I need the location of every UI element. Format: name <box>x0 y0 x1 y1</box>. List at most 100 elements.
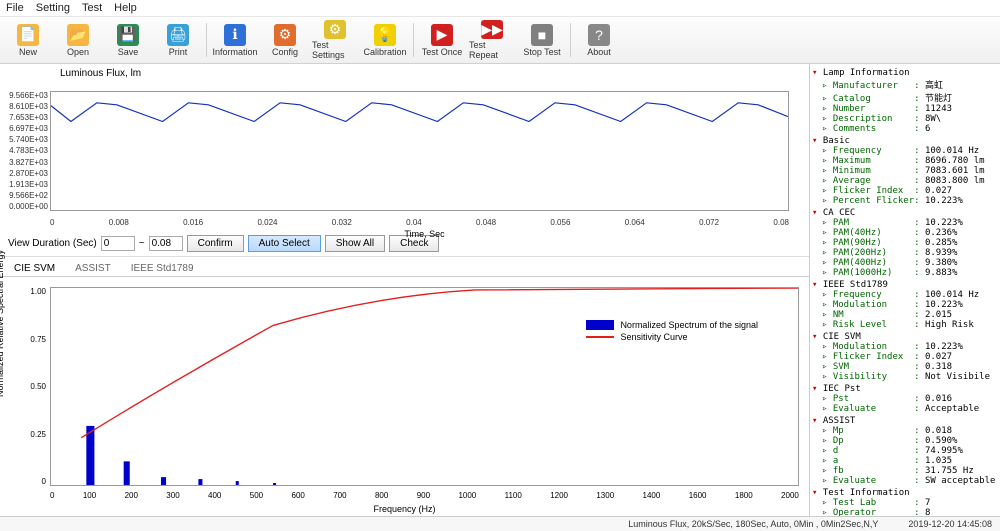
tree-header[interactable]: Test Information <box>812 488 998 498</box>
save-icon: 💾 <box>117 24 139 46</box>
tree-item: PAM(1000Hz) : 9.883% <box>822 268 998 278</box>
open-button[interactable]: 📂Open <box>54 19 102 61</box>
tab-ieee-std1789[interactable]: IEEE Std1789 <box>127 261 198 276</box>
menu-file[interactable]: File <box>6 2 24 14</box>
toolbar-separator <box>413 23 414 57</box>
toolbar: 📄New📂Open💾Save🖨PrintℹInformation⚙Config⚙… <box>0 17 1000 64</box>
new-icon: 📄 <box>17 24 39 46</box>
open-icon: 📂 <box>67 24 89 46</box>
calibration-button[interactable]: 💡Calibration <box>361 19 409 61</box>
tree-item: Evaluate : SW acceptable <box>822 476 998 486</box>
test-once-button[interactable]: ▶Test Once <box>418 19 466 61</box>
menu-help[interactable]: Help <box>114 2 137 14</box>
test-settings-button[interactable]: ⚙Test Settings <box>311 19 359 61</box>
chart1-x-ticks: 00.0080.0160.0240.0320.040.0480.0560.064… <box>50 218 789 227</box>
tree-item: Manufacturer : 高虹 <box>822 78 998 91</box>
config-button[interactable]: ⚙Config <box>261 19 309 61</box>
tree-header[interactable]: ASSIST <box>812 416 998 426</box>
analysis-tabs: CIE SVM ASSIST IEEE Std1789 <box>0 257 809 277</box>
tree-header[interactable]: IEC Pst <box>812 384 998 394</box>
main-area: Luminous Flux, lm 9.566E+038.610E+037.65… <box>0 64 1000 516</box>
chart1-xlabel: Time, Sec <box>50 229 799 239</box>
tree-item: Test Lab : 7 <box>822 498 998 508</box>
chart1-plot[interactable] <box>50 91 789 211</box>
test-repeat-button[interactable]: ▶▶Test Repeat <box>468 19 516 61</box>
tab-assist[interactable]: ASSIST <box>71 261 115 276</box>
tree-header[interactable]: CA CEC <box>812 208 998 218</box>
tree-item: Frequency : 100.014 Hz <box>822 146 998 156</box>
tree-item: fb : 31.755 Hz <box>822 466 998 476</box>
print-icon: 🖨 <box>167 24 189 46</box>
status-datetime: 2019-12-20 14:45:08 <box>908 519 992 529</box>
tree-item: Modulation : 10.223% <box>822 300 998 310</box>
info-tree[interactable]: Lamp InformationManufacturer : 高虹Catalog… <box>810 64 1000 516</box>
calibration-icon: 💡 <box>374 24 396 46</box>
statusbar: Luminous Flux, 20kS/Sec, 180Sec, Auto, 0… <box>0 516 1000 531</box>
tree-item: SVM : 0.318 <box>822 362 998 372</box>
toolbar-separator <box>570 23 571 57</box>
test-repeat-icon: ▶▶ <box>481 20 503 39</box>
test-settings-icon: ⚙ <box>324 20 346 39</box>
tree-item: Mp : 0.018 <box>822 426 998 436</box>
tree-header[interactable]: Lamp Information <box>812 68 998 78</box>
chart1-y-ticks: 9.566E+038.610E+037.653E+036.697E+035.74… <box>2 91 48 211</box>
tree-item: Comments : 6 <box>822 124 998 134</box>
save-button[interactable]: 💾Save <box>104 19 152 61</box>
information-icon: ℹ <box>224 24 246 46</box>
tree-header[interactable]: Basic <box>812 136 998 146</box>
tree-item: Pst : 0.016 <box>822 394 998 404</box>
tree-item: Minimum : 7083.601 lm <box>822 166 998 176</box>
tree-header[interactable]: CIE SVM <box>812 332 998 342</box>
chart1-svg <box>51 92 788 210</box>
tree-item: Flicker Index : 0.027 <box>822 186 998 196</box>
menu-test[interactable]: Test <box>82 2 102 14</box>
legend-swatch-bar <box>586 320 614 330</box>
menubar: File Setting Test Help <box>0 0 1000 17</box>
chart2-plot[interactable]: Normalized Spectrum of the signal Sensit… <box>50 287 799 486</box>
chart1-block: Luminous Flux, lm 9.566E+038.610E+037.65… <box>0 64 809 231</box>
tree-item: Operator : 8 <box>822 508 998 516</box>
chart2-block: Normalized Relative Spectral Energy 1.00… <box>0 277 809 516</box>
chart1: 9.566E+038.610E+037.653E+036.697E+035.74… <box>50 79 799 229</box>
tree-item: Catalog : 节能灯 <box>822 91 998 104</box>
tree-item: Maximum : 8696.780 lm <box>822 156 998 166</box>
about-icon: ? <box>588 24 610 46</box>
tree-item: PAM(200Hz) : 8.939% <box>822 248 998 258</box>
left-pane: Luminous Flux, lm 9.566E+038.610E+037.65… <box>0 64 810 516</box>
print-button[interactable]: 🖨Print <box>154 19 202 61</box>
config-icon: ⚙ <box>274 24 296 46</box>
tree-item: PAM(90Hz) : 0.285% <box>822 238 998 248</box>
view-duration-label: View Duration (Sec) <box>8 238 97 249</box>
tree-header[interactable]: IEEE Std1789 <box>812 280 998 290</box>
status-text: Luminous Flux, 20kS/Sec, 180Sec, Auto, 0… <box>628 519 878 529</box>
tree-item: Evaluate : Acceptable <box>822 404 998 414</box>
tree-item: Frequency : 100.014 Hz <box>822 290 998 300</box>
tree-item: Average : 8083.800 lm <box>822 176 998 186</box>
chart2-xlabel: Frequency (Hz) <box>0 504 809 514</box>
menu-setting[interactable]: Setting <box>36 2 70 14</box>
about-button[interactable]: ?About <box>575 19 623 61</box>
tree-item: Flicker Index : 0.027 <box>822 352 998 362</box>
tree-item: PAM : 10.223% <box>822 218 998 228</box>
stop-test-icon: ■ <box>531 24 553 46</box>
legend-swatch-line <box>586 336 614 338</box>
tree-item: Description : 8W\ <box>822 114 998 124</box>
tree-item: a : 1.035 <box>822 456 998 466</box>
tab-cie-svm[interactable]: CIE SVM <box>10 261 59 276</box>
tree-item: Risk Level : High Risk <box>822 320 998 330</box>
chart2-x-ticks: 0100200300400500600700800900100011001200… <box>50 491 799 500</box>
chart2-y-ticks: 1.000.750.500.250 <box>4 287 46 486</box>
test-once-icon: ▶ <box>431 24 453 46</box>
stop-test-button[interactable]: ■Stop Test <box>518 19 566 61</box>
tree-item: Visibility : Not Visibile <box>822 372 998 382</box>
new-button[interactable]: 📄New <box>4 19 52 61</box>
tree-item: d : 74.995% <box>822 446 998 456</box>
chart1-title: Luminous Flux, lm <box>60 68 799 79</box>
chart2-legend: Normalized Spectrum of the signal Sensit… <box>586 318 758 344</box>
information-button[interactable]: ℹInformation <box>211 19 259 61</box>
toolbar-separator <box>206 23 207 57</box>
tree-item: Dp : 0.590% <box>822 436 998 446</box>
tree-item: Number : 11243 <box>822 104 998 114</box>
tree-item: Modulation : 10.223% <box>822 342 998 352</box>
tree-item: Percent Flicker: 10.223% <box>822 196 998 206</box>
